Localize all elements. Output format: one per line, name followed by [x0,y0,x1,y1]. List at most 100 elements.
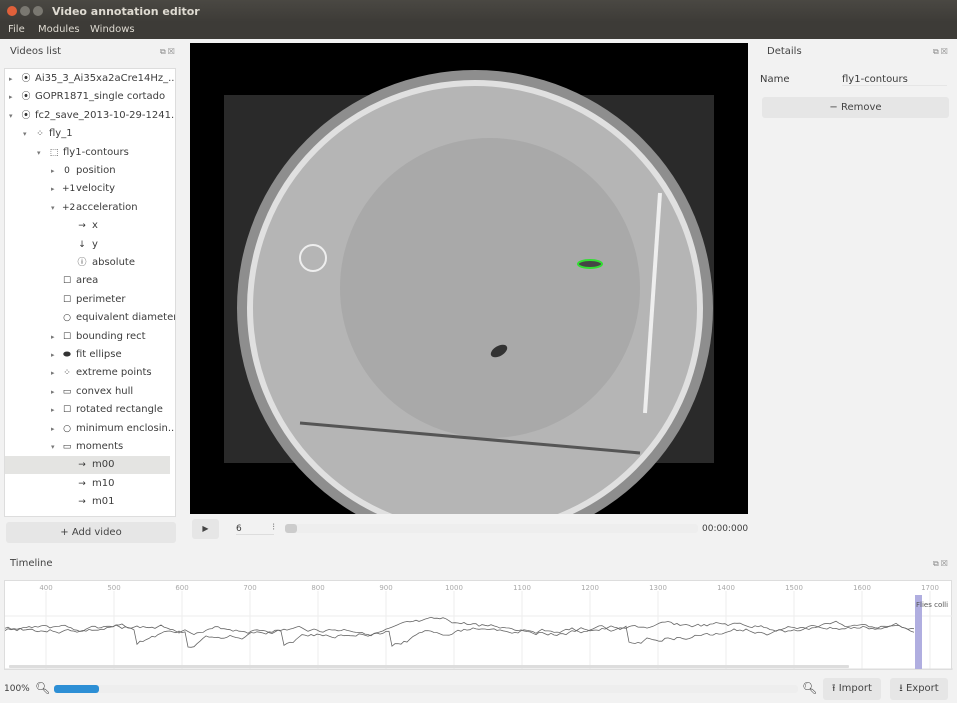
tree-item[interactable]: ▸☐bounding rect [5,328,170,346]
item-type-icon: ⓘ [77,254,87,272]
add-video-button[interactable]: + Add video [6,522,176,543]
tree-item-label: m10 [92,475,114,493]
frame-input[interactable]: 6 [236,524,274,535]
tree-item[interactable]: ☐perimeter [5,291,170,309]
tree-item[interactable]: ↓y [5,236,170,254]
expand-arrow-icon[interactable]: ▸ [51,346,55,364]
tree-item-label: m00 [92,456,114,474]
minimize-window-button[interactable] [20,6,30,16]
item-type-icon: ↓ [77,236,87,254]
item-type-icon: ▭ [62,438,72,456]
item-type-icon: → [77,493,87,511]
tree-item[interactable]: →m00 [5,456,170,474]
timeline-tick: 1100 [513,584,531,592]
details-dock-buttons[interactable]: ⧉☒ [933,47,950,57]
tree-item-label: fit ellipse [76,346,122,364]
tree-item-label: perimeter [76,291,125,309]
timeline-tick: 500 [107,584,120,592]
tree-item[interactable]: ▾⦿fc2_save_2013-10-29-1241... [5,107,170,125]
timeline-tick: 1000 [445,584,463,592]
expand-arrow-icon[interactable]: ▾ [9,107,13,125]
tree-item[interactable]: →m01 [5,493,170,511]
tree-item-label: fly_1 [49,125,73,143]
item-type-icon: → [77,217,87,235]
tree-item-label: x [92,217,98,235]
play-button[interactable]: ▶ [192,519,219,539]
close-window-button[interactable] [7,6,17,16]
expand-arrow-icon[interactable]: ▸ [51,328,55,346]
timeline-tick: 800 [311,584,324,592]
tree-item-label: velocity [76,180,115,198]
zoom-in-icon[interactable]: 🔍︎ [802,681,817,695]
tree-item[interactable]: ▸○minimum enclosin... [5,420,170,438]
tree-item[interactable]: ▸☐rotated rectangle [5,401,170,419]
videos-panel-dock-buttons[interactable]: ⧉☒ [160,47,177,57]
tree-item[interactable]: ▸⦿Ai35_3_Ai35xa2aCre14Hz_... [5,70,170,88]
tree-item-label: y [92,236,98,254]
tree-item-label: Ai35_3_Ai35xa2aCre14Hz_... [35,70,176,88]
export-button[interactable]: ⭳ Export [890,678,948,700]
name-input[interactable]: fly1-contours [842,74,947,86]
tree-item[interactable]: ▸ ⬬fit ellipse [5,346,170,364]
expand-arrow-icon[interactable]: ▾ [51,199,55,217]
timeline-view[interactable]: 4005006007008009001000110012001300140015… [4,580,952,670]
timeline-graph[interactable]: 4005006007008009001000110012001300140015… [5,581,953,671]
timeline-scrollbar [9,665,849,668]
tree-item[interactable]: ▸⁘extreme points [5,364,170,382]
zoom-out-icon[interactable]: 🔍︎ [35,681,50,695]
seek-handle[interactable] [285,524,297,533]
tree-scrollbar[interactable] [175,69,176,189]
tree-item[interactable]: ▸⦿GOPR1871_single cortado [5,88,170,106]
tree-item[interactable]: ▾▭moments [5,438,170,456]
tree-item[interactable]: ▸+1velocity [5,180,170,198]
expand-arrow-icon[interactable]: ▸ [51,420,55,438]
tree-item-label: convex hull [76,383,133,401]
timeline-dock-buttons[interactable]: ⧉☒ [933,559,950,569]
timeline-tick: 700 [243,584,256,592]
video-view[interactable] [190,43,748,514]
fly-contour [578,260,602,268]
timeline-tick: 1500 [785,584,803,592]
expand-arrow-icon[interactable]: ▾ [51,438,55,456]
import-button[interactable]: ⭱ Import [823,678,881,700]
tree-item[interactable]: →m10 [5,475,170,493]
tree-item-label: extreme points [76,364,152,382]
tree-item[interactable]: ▸ ▭convex hull [5,383,170,401]
expand-arrow-icon[interactable]: ▸ [51,180,55,198]
tree-item[interactable]: ▾⬚fly1-contours [5,144,170,162]
expand-arrow-icon[interactable]: ▾ [23,125,27,143]
export-label: Export [906,683,939,694]
menu-file[interactable]: File [8,24,25,35]
item-type-icon: ☐ [62,291,72,309]
zoom-slider[interactable] [54,685,798,693]
tree-item[interactable]: ▾⁘fly_1 [5,125,170,143]
video-frame [190,43,748,514]
menu-modules[interactable]: Modules [38,24,80,35]
tree-item[interactable]: ☐area [5,272,170,290]
tree-item[interactable]: ⓘabsolute [5,254,170,272]
timeline-tick: 1200 [581,584,599,592]
tree-item-label: fc2_save_2013-10-29-1241... [35,107,176,125]
expand-arrow-icon[interactable]: ▸ [9,70,13,88]
item-type-icon: ▭ [62,383,72,401]
expand-arrow-icon[interactable]: ▾ [37,144,41,162]
maximize-window-button[interactable] [33,6,43,16]
remove-button[interactable]: − Remove [762,97,949,118]
expand-arrow-icon[interactable]: ▸ [9,88,13,106]
videos-tree[interactable]: ▸ ⦿Ai35_3_Ai35xa2aCre14Hz_...▸⦿GOPR1871_s… [4,68,176,517]
tree-item-label: rotated rectangle [76,401,163,419]
tree-item[interactable]: ○equivalent diameter [5,309,170,327]
seek-slider[interactable] [285,524,698,533]
item-type-icon: ⬬ [62,346,72,364]
item-type-icon: ⦿ [21,70,31,88]
frame-spinner[interactable]: ⁝ [272,522,275,533]
expand-arrow-icon[interactable]: ▸ [51,162,55,180]
expand-arrow-icon[interactable]: ▸ [51,401,55,419]
tree-item[interactable]: ▸0position [5,162,170,180]
menu-windows[interactable]: Windows [90,24,135,35]
tree-item[interactable]: ▾+2acceleration [5,199,170,217]
timeline-tick: 600 [175,584,188,592]
expand-arrow-icon[interactable]: ▸ [51,364,55,382]
expand-arrow-icon[interactable]: ▸ [51,383,55,401]
tree-item[interactable]: →x [5,217,170,235]
